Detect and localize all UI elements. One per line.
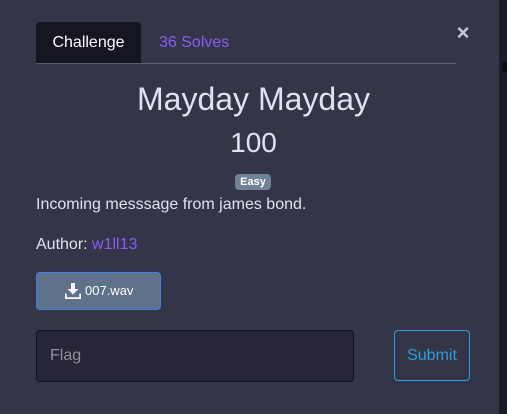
challenge-modal: Challenge 36 Solves × Mayday Mayday 100 … xyxy=(0,0,499,414)
flag-input[interactable] xyxy=(36,330,354,382)
author-line: Author: w1ll13 xyxy=(36,236,137,254)
submit-button[interactable]: Submit xyxy=(394,330,470,381)
challenge-points: 100 xyxy=(230,127,277,158)
author-label: Author: xyxy=(36,236,88,253)
difficulty-badge: Easy xyxy=(235,174,271,190)
challenge-tabs: Challenge 36 Solves xyxy=(36,22,456,64)
tab-solves[interactable]: 36 Solves xyxy=(159,22,229,63)
challenge-description: Incoming messsage from james bond. xyxy=(36,196,307,213)
file-name: 007.wav xyxy=(85,283,134,298)
author-link[interactable]: w1ll13 xyxy=(92,236,137,253)
scroll-edge-mark xyxy=(502,62,507,72)
close-icon[interactable]: × xyxy=(454,22,472,44)
tab-challenge[interactable]: Challenge xyxy=(36,22,141,63)
file-download-button[interactable]: 007.wav xyxy=(36,272,161,310)
challenge-title: Mayday Mayday xyxy=(137,81,370,117)
download-icon xyxy=(65,283,81,299)
